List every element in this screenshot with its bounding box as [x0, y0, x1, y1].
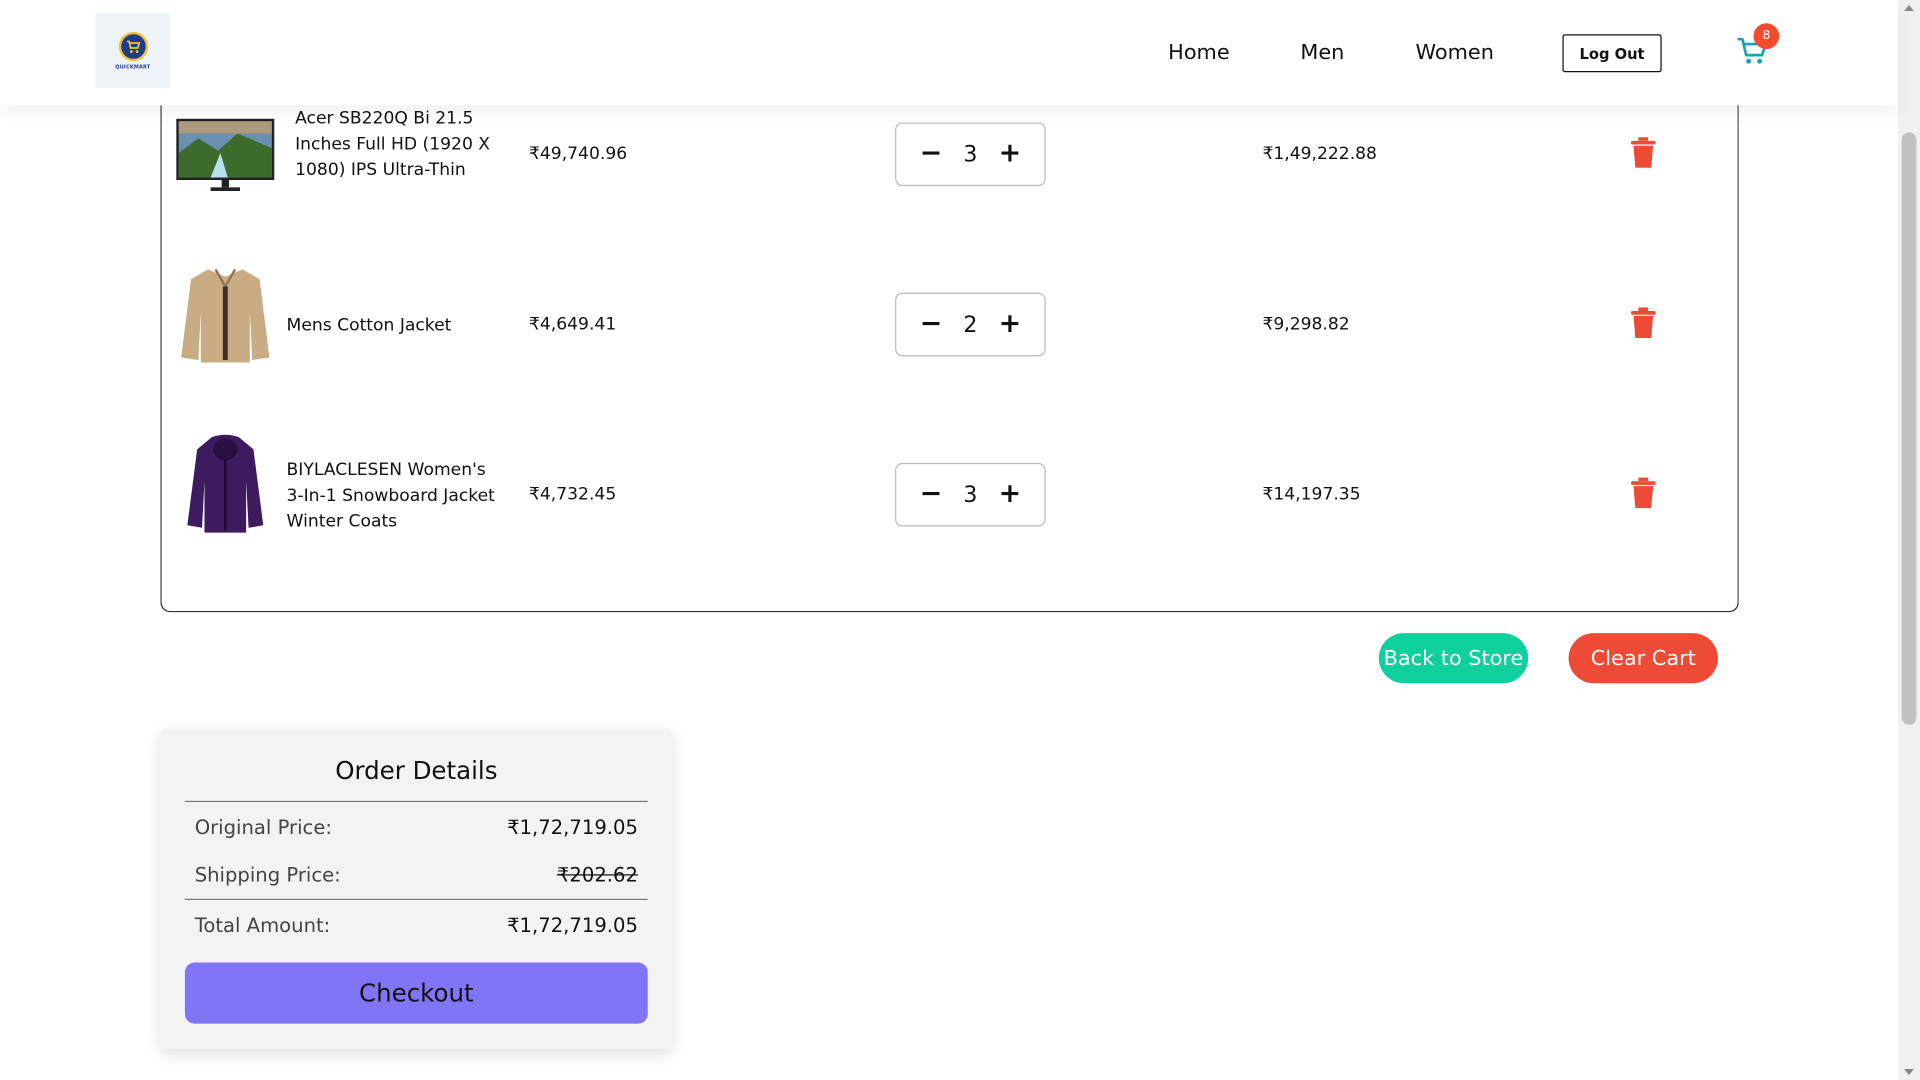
quantity-stepper: − 3 +: [895, 122, 1046, 187]
product-name: BIYLACLESEN Women's 3-In-1 Snowboard Jac…: [286, 460, 495, 532]
product-image-jacket-purple: [174, 434, 277, 533]
decrease-qty-button[interactable]: −: [919, 310, 943, 338]
nav-women[interactable]: Women: [1416, 40, 1494, 64]
cart-table: Acer SB220Q Bi 21.5 Inches Full HD (1920…: [160, 48, 1739, 613]
shipping-price-value: ₹202.62: [556, 863, 638, 887]
clear-cart-button[interactable]: Clear Cart: [1568, 633, 1718, 684]
checkout-button[interactable]: Checkout: [184, 962, 648, 1024]
scrollbar[interactable]: [1897, 0, 1920, 1080]
shipping-price-label: Shipping Price:: [194, 863, 341, 887]
cart-row: BIYLACLESEN Women's 3-In-1 Snowboard Jac…: [162, 434, 1738, 557]
quantity-value: 3: [963, 481, 978, 508]
logo-text: QUICKMART: [115, 63, 151, 70]
original-price-label: Original Price:: [194, 815, 332, 839]
product-subtotal: ₹9,298.82: [1262, 314, 1350, 335]
increase-qty-button[interactable]: +: [998, 481, 1022, 508]
quantity-value: 2: [963, 311, 978, 338]
nav-men[interactable]: Men: [1300, 40, 1344, 64]
product-image-jacket-beige: [174, 264, 277, 363]
trash-icon[interactable]: [1630, 307, 1657, 339]
quantity-stepper: − 2 +: [895, 292, 1046, 357]
cart-row: Acer SB220Q Bi 21.5 Inches Full HD (1920…: [162, 94, 1738, 216]
product-price: ₹49,740.96: [528, 144, 628, 165]
product-subtotal: ₹14,197.35: [1262, 484, 1361, 505]
scroll-up-icon[interactable]: [1904, 4, 1914, 12]
quantity-stepper: − 3 +: [895, 462, 1046, 527]
product-name: Mens Cotton Jacket: [286, 315, 452, 336]
logo-cart-icon: [118, 31, 148, 62]
total-amount-label: Total Amount:: [194, 913, 331, 937]
back-to-store-button[interactable]: Back to Store: [1378, 633, 1529, 684]
nav-home[interactable]: Home: [1168, 40, 1229, 64]
cart-count-badge: 8: [1753, 23, 1780, 49]
page: QUICKMART Home Men Women Log Out 8 Acer …: [0, 0, 1920, 1080]
increase-qty-button[interactable]: +: [998, 310, 1022, 338]
logo[interactable]: QUICKMART: [95, 13, 171, 89]
logout-button[interactable]: Log Out: [1562, 34, 1662, 73]
original-price-value: ₹1,72,719.05: [507, 815, 638, 839]
scroll-down-icon[interactable]: [1904, 1068, 1914, 1076]
divider: [184, 800, 648, 803]
product-image-monitor: [174, 107, 277, 205]
trash-icon[interactable]: [1630, 477, 1657, 510]
cart-row: Mens Cotton Jacket ₹4,649.41 − 2 + ₹9,29…: [162, 264, 1738, 386]
trash-icon[interactable]: [1630, 137, 1657, 169]
product-price: ₹4,732.45: [528, 484, 617, 505]
quantity-value: 3: [963, 141, 978, 168]
order-details-title: Order Details: [335, 755, 498, 785]
decrease-qty-button[interactable]: −: [919, 140, 943, 168]
product-subtotal: ₹1,49,222.88: [1262, 144, 1377, 165]
scroll-thumb[interactable]: [1901, 132, 1917, 725]
product-price: ₹4,649.41: [528, 314, 617, 335]
divider: [184, 898, 648, 901]
increase-qty-button[interactable]: +: [998, 140, 1022, 168]
decrease-qty-button[interactable]: −: [919, 481, 943, 508]
total-amount-value: ₹1,72,719.05: [507, 913, 638, 937]
product-name: Acer SB220Q Bi 21.5 Inches Full HD (1920…: [295, 108, 491, 181]
header: QUICKMART Home Men Women Log Out 8: [0, 0, 1898, 106]
order-details-card: Order Details Original Price: ₹1,72,719.…: [160, 728, 673, 1050]
